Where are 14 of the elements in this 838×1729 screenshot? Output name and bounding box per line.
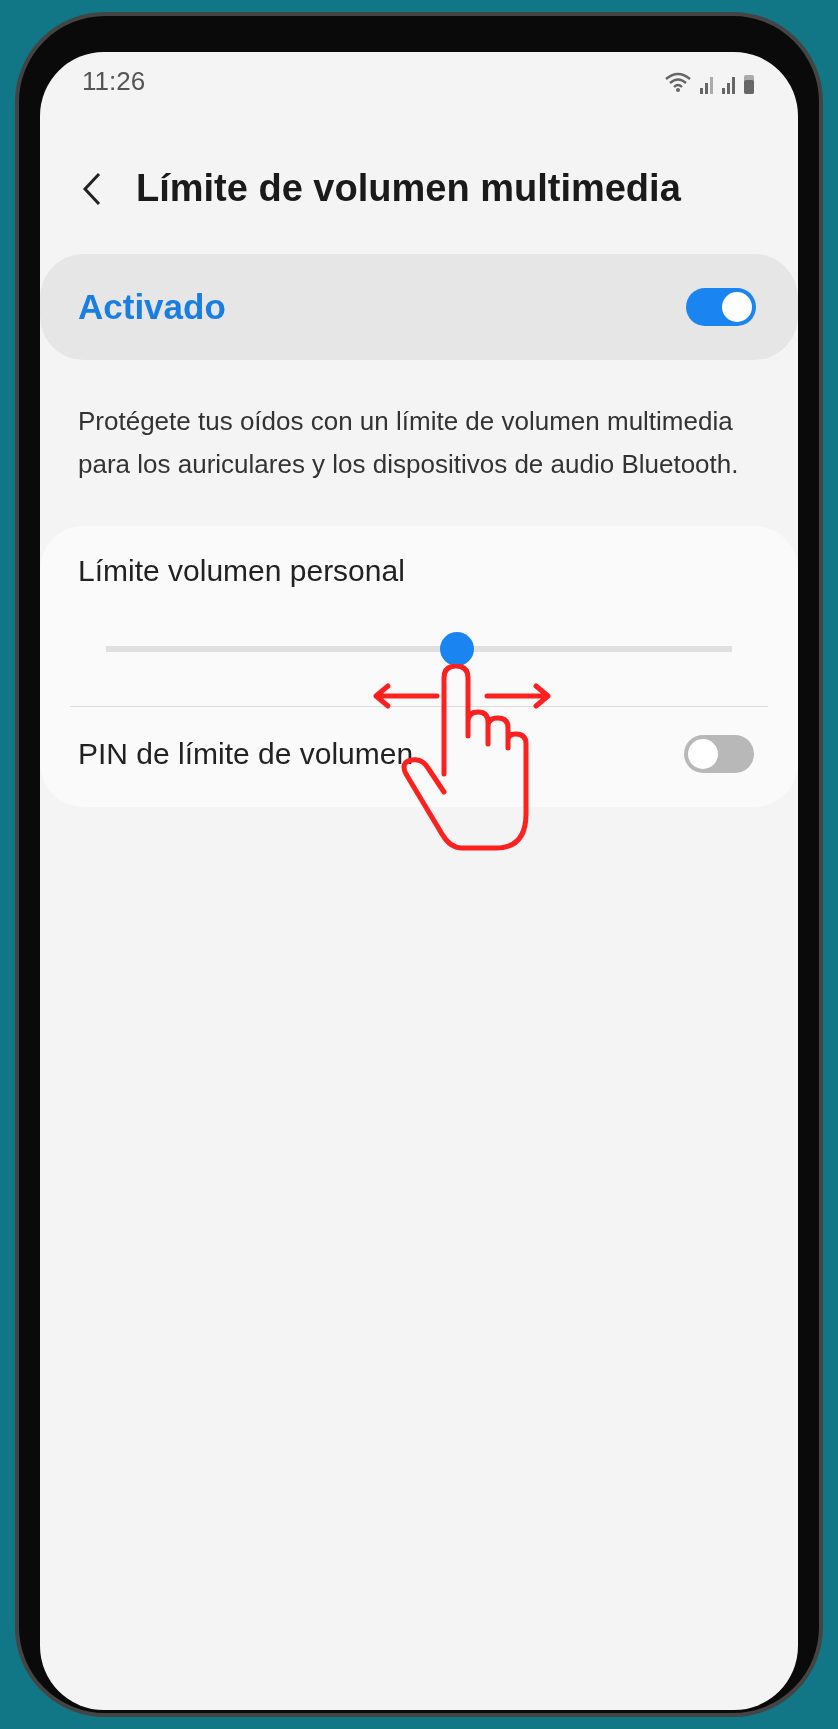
- slider-thumb[interactable]: [439, 632, 474, 666]
- toggle-switch[interactable]: [686, 288, 756, 326]
- signal-icon: [700, 75, 714, 94]
- setting-label: Límite volumen personal: [78, 554, 406, 588]
- setting-label: PIN de límite de volumen: [78, 737, 414, 771]
- back-icon[interactable]: [82, 171, 102, 206]
- switch-label: Activado: [78, 287, 226, 327]
- toggle-switch[interactable]: [684, 735, 754, 773]
- battery-icon: [744, 74, 754, 94]
- status-time: 11:26: [82, 66, 146, 97]
- page-title: Límite de volumen multimedia: [136, 167, 681, 210]
- main-switch-card[interactable]: Activado: [40, 254, 798, 360]
- description-text: Protégete tus oídos con un límite de volumen multimedia para los auriculares y los dispositivos de audio Bluetooth.: [78, 405, 740, 481]
- signal-icon: [722, 75, 736, 94]
